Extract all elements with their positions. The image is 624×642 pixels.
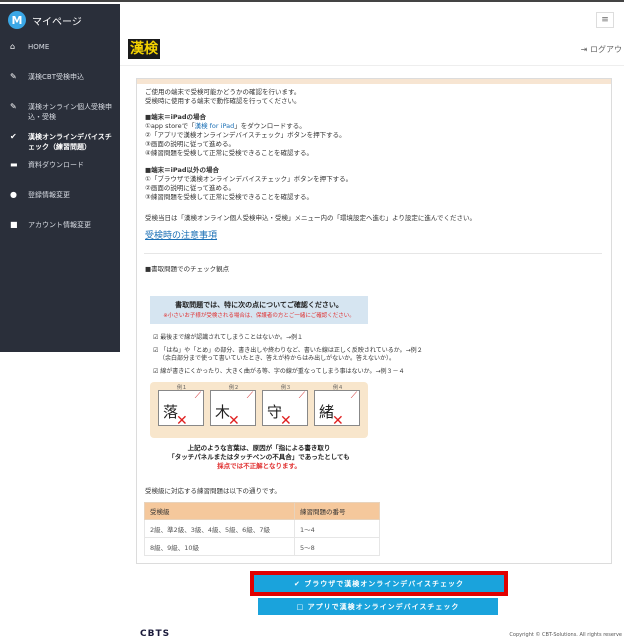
- example-box-3: 例３ 守 ✕ ⟋: [262, 385, 308, 429]
- sidebar-item-online-apply[interactable]: ✎ 漢検オンライン個人受検申込・受検: [0, 102, 120, 122]
- check-icon: ✔: [10, 132, 17, 141]
- brand-logo-icon: M: [8, 11, 26, 29]
- cross-icon: ✕: [228, 413, 240, 429]
- practice-table: 受検級 練習問題の番号 2級、準2級、3級、4級、5級、6級、7級 1～4 8級…: [144, 502, 380, 556]
- sidebar-item-account[interactable]: ■ アカウント情報変更: [0, 220, 120, 230]
- pen-mark-icon: ⟋: [350, 391, 357, 401]
- app-device-check-button[interactable]: □ アプリで漢検オンラインデバイスチェック: [258, 598, 498, 615]
- sidebar-item-label: 漢検オンラインデバイスチェック（練習問題）: [28, 133, 112, 151]
- other-step-1: ①「ブラウザで漢検オンラインデバイスチェック」ボタンを押下する。: [145, 175, 353, 183]
- example-box-4: 例４ 緒 ✕ ⟋: [314, 385, 360, 429]
- warning-line-2: 「タッチパネルまたはタッチペンの不具合」であったとしても: [168, 453, 350, 461]
- lock-icon: ■: [10, 220, 18, 229]
- pen-mark-icon: ⟋: [298, 391, 305, 401]
- example-box-1: 例１ 落 ✕ ⟋: [158, 385, 204, 429]
- logout-label: ログアウ: [590, 45, 622, 54]
- pencil-icon: ✎: [10, 72, 17, 81]
- sidebar-item-cbt-apply[interactable]: ✎ 漢検CBT受検申込: [0, 72, 120, 82]
- table-cell: 8級、9級、10級: [144, 537, 295, 556]
- user-icon: ●: [10, 190, 17, 199]
- check-point-1: ☑ 最後まで線が認識されてしまうことはないか。→例１: [153, 334, 304, 341]
- check-point-2-note: （余白部分まで使って書いていたとき、答えが枠からはみ出しがないか。答えないか）。: [159, 355, 395, 362]
- browser-device-check-button[interactable]: ✔ ブラウザで漢検オンラインデバイスチェック: [250, 571, 508, 596]
- check-heading: ■書取問題でのチェック観点: [145, 265, 230, 273]
- table-cell: 1～4: [294, 519, 380, 538]
- pen-mark-icon: ⟋: [194, 391, 201, 401]
- folder-icon: ▬: [10, 160, 18, 169]
- sidebar-item-home[interactable]: ⌂ HOME: [0, 42, 120, 52]
- warning-line-3: 採点では不正解となります。: [217, 462, 301, 470]
- table-row: 8級、9級、10級 5～8: [144, 537, 380, 556]
- pencil-icon: ✎: [10, 102, 17, 111]
- ipad-step-4: ④練習問題を受検して正常に受検できることを確認する。: [145, 149, 314, 157]
- sidebar-item-label: 登録情報変更: [28, 191, 70, 199]
- ipad-step-3: ③画面の説明に従って進める。: [145, 140, 236, 148]
- panel-top-bar: [137, 79, 611, 84]
- sidebar-item-device-check[interactable]: ✔ 漢検オンラインデバイスチェック（練習問題）: [0, 132, 120, 152]
- ipad-step-1: ①app storeで「漢検 for iPad」をダウンロードする。: [145, 122, 306, 131]
- sidebar-item-profile[interactable]: ● 登録情報変更: [0, 190, 120, 200]
- sidebar-item-download[interactable]: ▬ 資料ダウンロード: [0, 160, 120, 170]
- menu-toggle-button[interactable]: ≡: [596, 12, 614, 28]
- other-heading: ■端末＝iPad以外の場合: [145, 166, 219, 174]
- other-step-3: ③練習問題を受検して正常に受検できることを確認する。: [145, 193, 314, 201]
- table-header: 受検級: [144, 502, 295, 520]
- other-step-2: ②画面の説明に従って進める。: [145, 184, 236, 192]
- example-label: 例４: [332, 385, 343, 391]
- sidebar-item-label: アカウント情報変更: [28, 221, 91, 229]
- ipad-app-link[interactable]: 漢検 for iPad: [195, 122, 235, 130]
- notice-title: 書取問題では、特に次の点についてご確認ください。: [175, 301, 343, 309]
- logout-link[interactable]: ⇥ ログアウ: [581, 44, 622, 55]
- caution-link[interactable]: 受検時の注意事項: [145, 232, 217, 241]
- notice-box: 書取問題では、特に次の点についてご確認ください。 ※小さいお子様が受検される場合…: [150, 296, 368, 324]
- sidebar: ⌂ HOME ✎ 漢検CBT受検申込 ✎ 漢検オンライン個人受検申込・受検 ✔ …: [0, 34, 120, 352]
- sidebar-item-label: 漢検CBT受検申込: [28, 73, 84, 81]
- table-row: 2級、準2級、3級、4級、5級、6級、7級 1～4: [144, 519, 380, 538]
- pen-mark-icon: ⟋: [246, 391, 253, 401]
- table-cell: 2級、準2級、3級、4級、5級、6級、7級: [144, 519, 295, 538]
- table-header: 練習問題の番号: [294, 502, 380, 520]
- table-cell: 5～8: [294, 537, 380, 556]
- notice-subtitle: ※小さいお子様が受検される場合は、保護者の方とご一緒にご確認ください。: [163, 313, 355, 319]
- main-header: 漢検 ⇥ ログアウ: [120, 34, 624, 66]
- cbts-logo: CBTS: [140, 629, 171, 639]
- intro-text-1: ご使用の端末で受検可能かどうかの確認を行います。: [145, 88, 301, 96]
- check-point-3: ☑ 線が書きにくかったり、大きく曲がる等、字の線が重なってしまう事はないか。→例…: [153, 368, 405, 375]
- example-box-2: 例２ 木 ✕ ⟋: [210, 385, 256, 429]
- cross-icon: ✕: [176, 413, 188, 429]
- cross-icon: ✕: [280, 413, 292, 429]
- logout-icon: ⇥: [580, 45, 590, 54]
- exam-day-text: 受検当日は「漢検オンライン個人受検申込・受検」メニュー内の「環境設定へ進む」より…: [145, 214, 477, 222]
- table-header-row: 受検級 練習問題の番号: [144, 502, 380, 520]
- copyright-text: Copyright © CBT-Solutions. All rights re…: [509, 632, 622, 638]
- example-label: 例２: [228, 385, 239, 391]
- intro-text-2: 受検時に使用する端末で動作確認を行ってください。: [145, 97, 301, 105]
- warning-line-1: 上記のような言葉は、原因が「指による書き取り: [187, 444, 331, 452]
- brand[interactable]: M マイページ: [0, 4, 120, 36]
- app-title: マイページ: [32, 16, 82, 28]
- ipad-heading: ■端末＝iPadの場合: [145, 113, 206, 121]
- kanken-logo: 漢検: [128, 39, 160, 59]
- ipad-step-1-text: ①app storeで「: [145, 122, 195, 130]
- sidebar-item-label: 漢検オンライン個人受検申込・受検: [28, 103, 112, 121]
- sidebar-item-label: 資料ダウンロード: [28, 161, 84, 169]
- example-label: 例３: [280, 385, 291, 391]
- home-icon: ⌂: [10, 42, 16, 51]
- sidebar-item-label: HOME: [28, 43, 50, 51]
- top-bar: M マイページ ≡: [0, 0, 624, 36]
- table-intro: 受検級に対応する練習問題は以下の通りです。: [145, 487, 281, 495]
- ipad-step-1-text-end: 」をダウンロードする。: [234, 122, 306, 130]
- divider: [144, 253, 602, 254]
- example-label: 例１: [176, 385, 187, 391]
- cross-icon: ✕: [332, 413, 344, 429]
- example-illustration: 例１ 落 ✕ ⟋ 例２ 木 ✕ ⟋ 例３ 守 ✕ ⟋ 例４ 緒 ✕ ⟋: [150, 382, 368, 438]
- ipad-step-2: ②「アプリで漢検オンラインデバイスチェック」ボタンを押下する。: [145, 131, 346, 139]
